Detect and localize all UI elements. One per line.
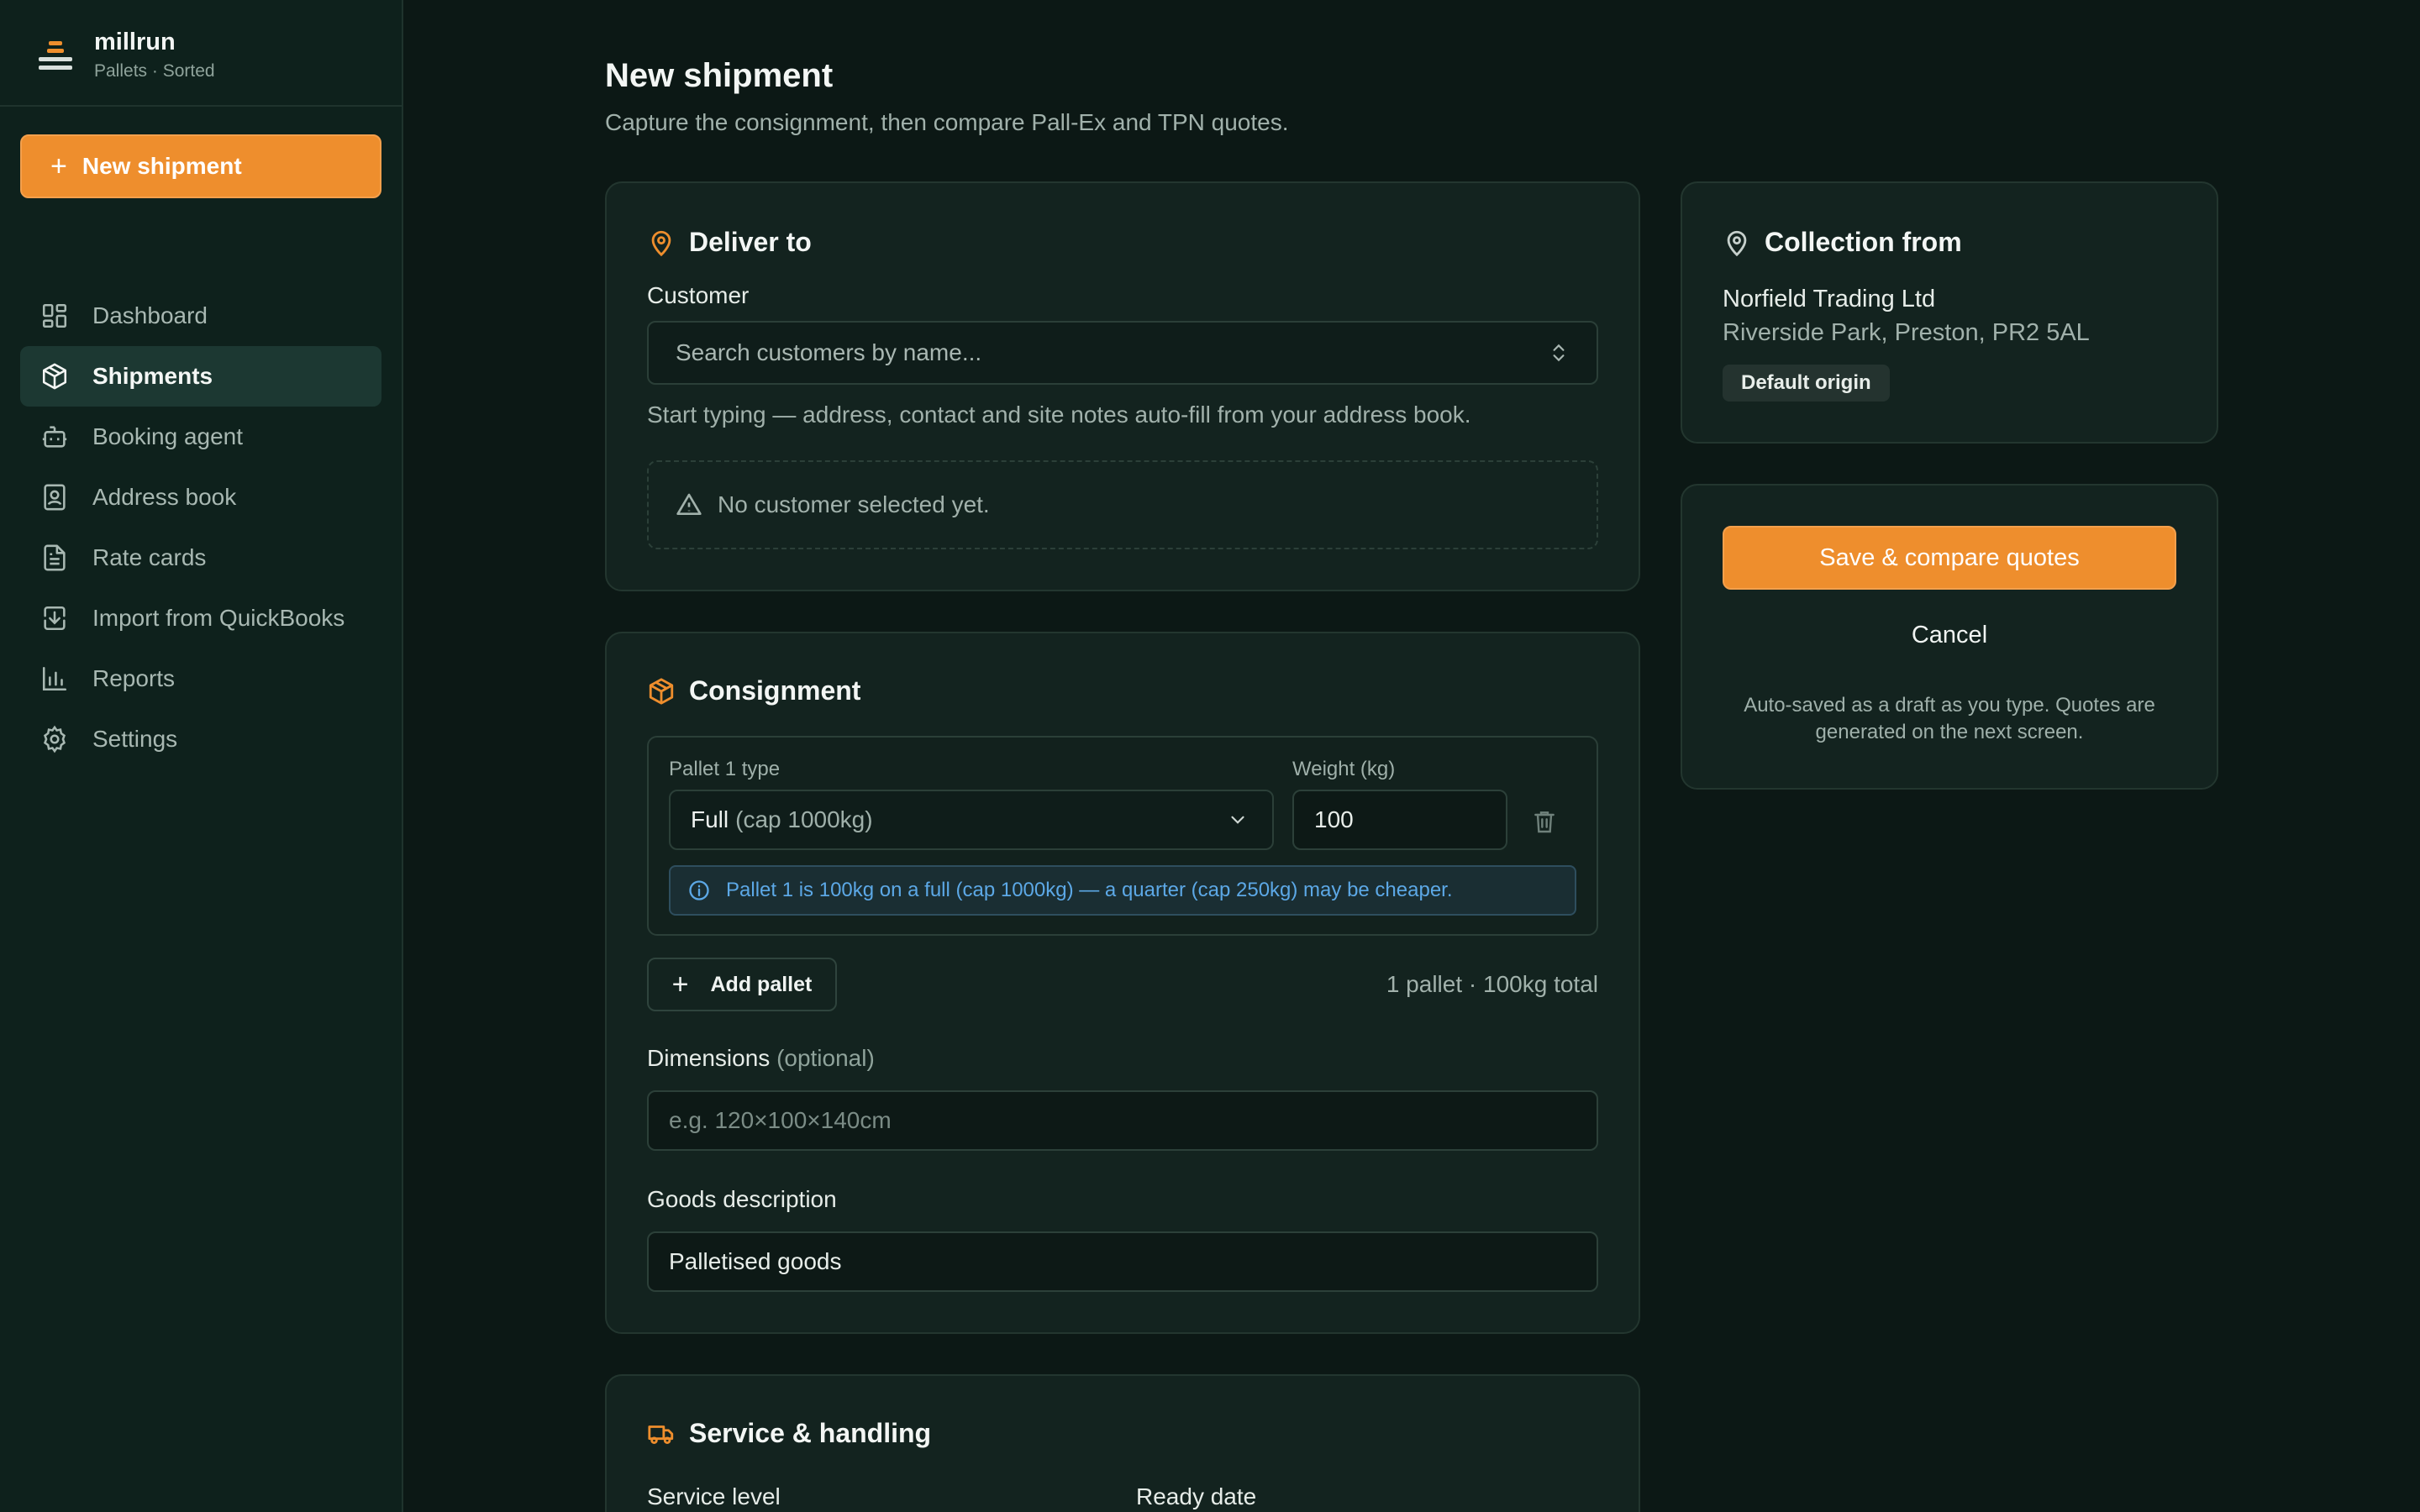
pallet-stack-logo-icon bbox=[37, 36, 74, 73]
cancel-button[interactable]: Cancel bbox=[1723, 610, 2176, 660]
chevron-up-down-icon bbox=[1553, 344, 1565, 362]
pallet-type-value: Full bbox=[691, 806, 729, 832]
customer-search-placeholder: Search customers by name... bbox=[676, 339, 982, 365]
box-icon bbox=[649, 677, 674, 705]
collection-from-title: Collection from bbox=[1765, 227, 1962, 257]
actions-card: Save & compare quotes Cancel Auto-saved … bbox=[1681, 484, 2218, 790]
document-icon bbox=[44, 544, 66, 571]
pallet-type-cap: (cap 1000kg) bbox=[735, 806, 873, 832]
sidebar-item-settings[interactable]: Settings bbox=[20, 709, 381, 769]
service-handling-heading: Service & handling bbox=[647, 1418, 931, 1449]
consignment-title: Consignment bbox=[689, 675, 861, 706]
brand-tagline: Pallets · Sorted bbox=[94, 60, 215, 81]
service-handling-card: Service & handling Service level Ready d… bbox=[605, 1374, 1640, 1512]
customer-label: Customer bbox=[647, 282, 750, 308]
dimensions-input[interactable] bbox=[647, 1090, 1598, 1151]
weight-input[interactable] bbox=[1292, 790, 1507, 850]
no-customer-notice: No customer selected yet. bbox=[647, 460, 1598, 549]
trash-icon[interactable] bbox=[1531, 808, 1558, 835]
consignment-card: Consignment Pallet 1 type Full (cap 1000… bbox=[605, 632, 1640, 1334]
deliver-to-title: Deliver to bbox=[689, 227, 812, 257]
dimensions-label-text: Dimensions bbox=[647, 1045, 771, 1071]
deliver-to-card: Deliver to Customer Search customers by … bbox=[605, 181, 1640, 591]
pallet-total: 1 pallet · 100kg total bbox=[1386, 971, 1598, 997]
pallet-row: Pallet 1 type Full (cap 1000kg) Weight (… bbox=[647, 736, 1598, 936]
sidebar: millrun Pallets · Sorted + New shipment … bbox=[0, 0, 403, 1512]
ready-date-label: Ready date bbox=[1136, 1483, 1257, 1509]
sidebar-item-label: Import from QuickBooks bbox=[92, 605, 345, 631]
autosave-note: Auto-saved as a draft as you type. Quote… bbox=[1744, 694, 2155, 743]
sidebar-item-label: Rate cards bbox=[92, 544, 207, 570]
map-pin-icon bbox=[1727, 230, 1747, 256]
sidebar-item-label: Shipments bbox=[92, 363, 213, 389]
sidebar-item-label: Settings bbox=[92, 726, 178, 752]
service-handling-title: Service & handling bbox=[689, 1418, 932, 1448]
plus-icon: + bbox=[50, 150, 67, 182]
brand[interactable]: millrun Pallets · Sorted bbox=[37, 25, 215, 84]
new-shipment-button[interactable]: + New shipment bbox=[20, 134, 381, 198]
warning-icon bbox=[676, 493, 702, 515]
add-pallet-button[interactable]: + Add pallet bbox=[647, 958, 837, 1011]
brand-name: millrun bbox=[94, 28, 176, 55]
plus-icon: + bbox=[671, 969, 689, 1000]
import-icon bbox=[44, 606, 66, 631]
customer-search-combobox[interactable]: Search customers by name... bbox=[647, 321, 1598, 385]
truck-icon bbox=[648, 1425, 674, 1444]
bar-chart-icon bbox=[42, 666, 67, 691]
app-root: millrun Pallets · Sorted + New shipment … bbox=[0, 0, 2420, 1512]
pallet-info-bar: Pallet 1 is 100kg on a full (cap 1000kg)… bbox=[669, 865, 1576, 916]
sidebar-divider bbox=[0, 105, 402, 107]
sidebar-item-shipments[interactable]: Shipments bbox=[20, 346, 381, 407]
collection-from-card: Collection from Norfield Trading Ltd Riv… bbox=[1681, 181, 2218, 444]
dimensions-optional: (optional) bbox=[776, 1045, 875, 1071]
sidebar-item-label: Reports bbox=[92, 665, 176, 691]
sidebar-item-import-quickbooks[interactable]: Import from QuickBooks bbox=[20, 588, 381, 648]
no-customer-text: No customer selected yet. bbox=[718, 491, 990, 517]
service-level-label: Service level bbox=[647, 1483, 781, 1509]
bot-icon bbox=[42, 426, 67, 448]
pallet-type-select[interactable]: Full (cap 1000kg) bbox=[669, 790, 1274, 850]
dimensions-label: Dimensions (optional) bbox=[647, 1045, 875, 1072]
chevron-down-icon bbox=[1231, 816, 1244, 824]
sidebar-nav: Dashboard Shipments Booking agent Addres… bbox=[20, 286, 381, 769]
consignment-heading: Consignment bbox=[647, 675, 860, 706]
customer-hint: Start typing — address, contact and site… bbox=[647, 402, 1471, 428]
pallet-info-text: Pallet 1 is 100kg on a full (cap 1000kg)… bbox=[726, 879, 1453, 901]
sidebar-item-label: Dashboard bbox=[92, 302, 208, 328]
package-icon bbox=[42, 363, 67, 390]
info-icon bbox=[689, 880, 709, 900]
sidebar-item-rate-cards[interactable]: Rate cards bbox=[20, 528, 381, 588]
sidebar-item-label: Address book bbox=[92, 484, 237, 510]
dashboard-icon bbox=[42, 303, 67, 328]
goods-description-input[interactable] bbox=[647, 1231, 1598, 1292]
deliver-to-heading: Deliver to bbox=[647, 227, 812, 258]
sidebar-item-booking-agent[interactable]: Booking agent bbox=[20, 407, 381, 467]
sidebar-item-reports[interactable]: Reports bbox=[20, 648, 381, 709]
goods-description-label: Goods description bbox=[647, 1186, 837, 1212]
save-compare-quotes-button[interactable]: Save & compare quotes bbox=[1723, 526, 2176, 590]
sidebar-item-dashboard[interactable]: Dashboard bbox=[20, 286, 381, 346]
sidebar-item-address-book[interactable]: Address book bbox=[20, 467, 381, 528]
pallet-type-label: Pallet 1 type bbox=[669, 758, 781, 780]
page-title: New shipment bbox=[605, 57, 834, 94]
page-subtitle: Capture the consignment, then compare Pa… bbox=[605, 109, 1289, 135]
origin-address: Riverside Park, Preston, PR2 5AL bbox=[1723, 319, 2090, 346]
default-origin-badge: Default origin bbox=[1723, 365, 1890, 402]
new-shipment-label: New shipment bbox=[82, 153, 242, 179]
gear-icon bbox=[43, 725, 66, 753]
weight-label: Weight (kg) bbox=[1292, 758, 1396, 780]
contact-book-icon bbox=[44, 484, 66, 511]
add-pallet-label: Add pallet bbox=[710, 972, 813, 996]
origin-company-name: Norfield Trading Ltd bbox=[1723, 286, 1936, 312]
map-pin-icon bbox=[651, 230, 671, 256]
collection-from-heading: Collection from bbox=[1723, 227, 1962, 258]
sidebar-item-label: Booking agent bbox=[92, 423, 244, 449]
